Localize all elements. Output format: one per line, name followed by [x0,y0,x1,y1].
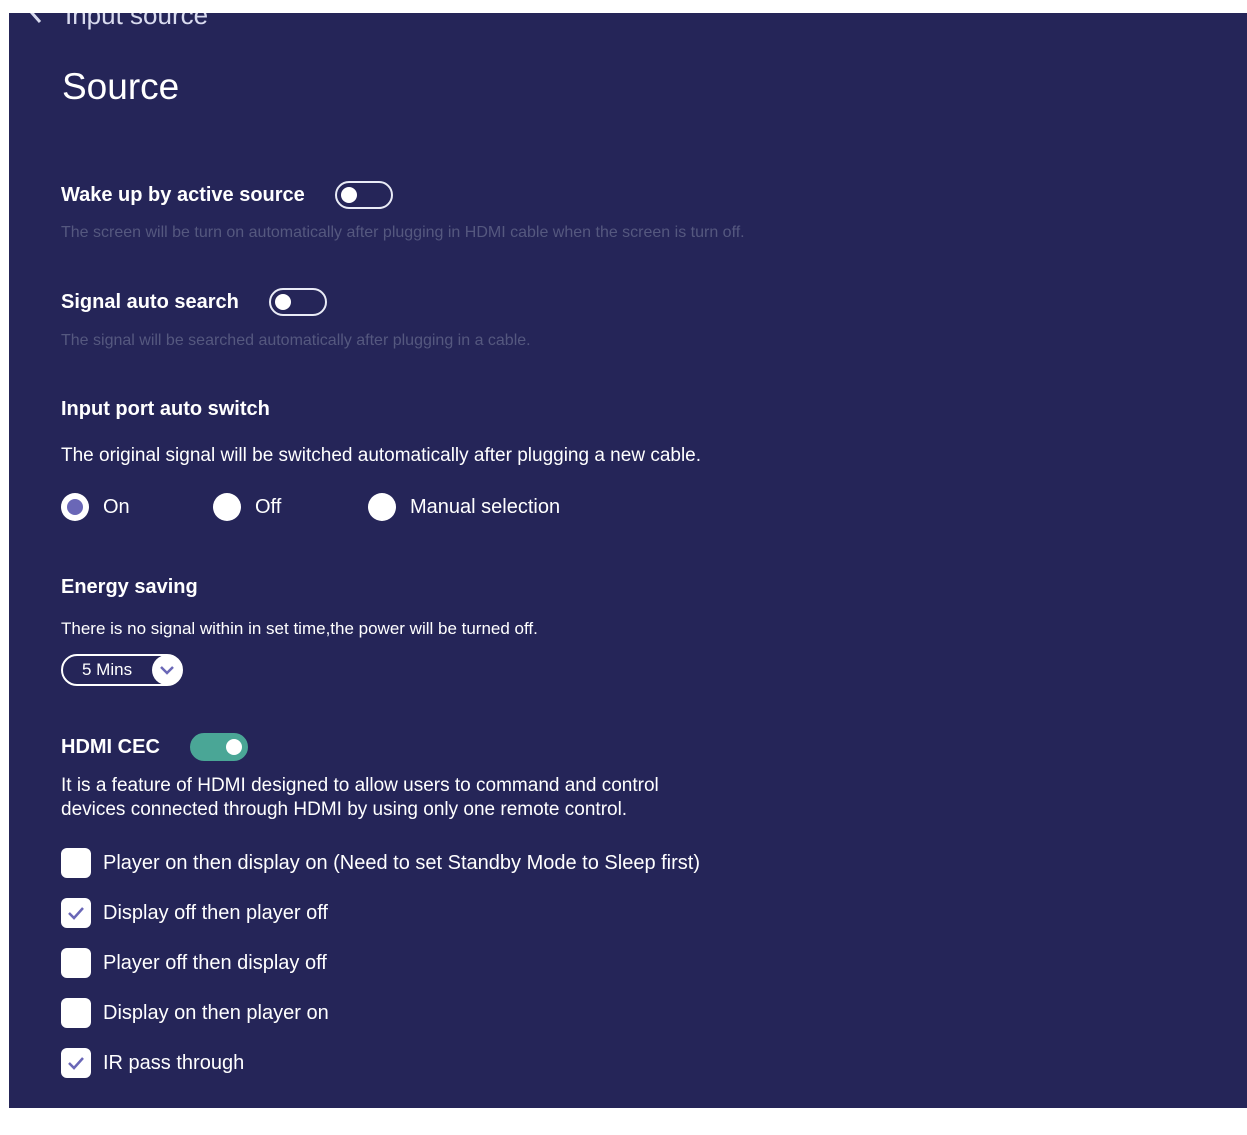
wake-up-row: Wake up by active source [61,181,393,209]
wake-up-description: The screen will be turn on automatically… [61,224,745,241]
auto-switch-label: Input port auto switch [61,398,270,420]
checkbox-unchecked-icon [61,948,91,978]
header-title: Input source [65,13,209,30]
toggle-knob [274,294,291,310]
dropdown-value: 5 Mins [82,660,133,679]
checkbox-display-off-player-off[interactable]: Display off then player off [61,898,328,928]
hdmi-cec-toggle[interactable] [189,733,248,761]
checkbox-ir-pass-through[interactable]: IR pass through [61,1048,244,1078]
hdmi-cec-row: HDMI CEC [61,733,248,761]
radio-on[interactable]: On [61,493,130,521]
checkbox-label: Player on then display on (Need to set S… [103,851,701,874]
toggle-knob [340,187,357,203]
energy-saving-dropdown[interactable]: 5 Mins [61,654,183,686]
checkbox-player-on-display-on[interactable]: Player on then display on (Need to set S… [61,848,700,878]
checkbox-unchecked-icon [61,998,91,1028]
radio-label: Manual selection [410,495,561,518]
signal-search-label: Signal auto search [61,290,239,313]
hdmi-cec-label: HDMI CEC [61,735,160,758]
radio-selected-icon [61,493,89,521]
checkbox-label: Display off then player off [103,901,328,924]
radio-off[interactable]: Off [213,493,281,521]
chevron-left-icon[interactable] [29,13,43,31]
radio-label: Off [255,495,282,518]
hdmi-cec-description-line2: devices connected through HDMI by using … [61,799,628,820]
wake-up-label: Wake up by active source [61,183,305,206]
radio-label: On [103,495,130,518]
energy-saving-description: There is no signal within in set time,th… [61,619,538,638]
auto-switch-row: Input port auto switch [61,398,270,421]
checkbox-display-on-player-on[interactable]: Display on then player on [61,998,329,1028]
energy-saving-row: Energy saving [61,576,198,599]
radio-unselected-icon [213,493,241,521]
chevron-down-icon[interactable] [152,655,182,685]
checkmark-icon [61,898,91,928]
signal-search-description: The signal will be searched automaticall… [61,332,531,349]
header-bar: Input source [29,13,208,31]
checkbox-player-off-display-off[interactable]: Player off then display off [61,948,327,978]
energy-saving-label: Energy saving [61,576,198,598]
wake-up-toggle[interactable] [334,181,393,209]
signal-search-row: Signal auto search [61,288,327,316]
hdmi-cec-description: It is a feature of HDMI designed to allo… [61,774,659,822]
checkbox-label: IR pass through [103,1051,245,1074]
checkbox-label: Display on then player on [103,1001,329,1024]
toggle-knob [225,739,242,755]
radio-unselected-icon [368,493,396,521]
settings-panel: Input source Source Wake up by active so… [9,13,1247,1108]
signal-search-toggle[interactable] [268,288,327,316]
checkbox-unchecked-icon [61,848,91,878]
radio-manual-selection[interactable]: Manual selection [368,493,560,521]
hdmi-cec-description-line1: It is a feature of HDMI designed to allo… [61,775,659,796]
auto-switch-description: The original signal will be switched aut… [61,445,702,466]
page-title: Source [62,66,180,107]
checkmark-icon [61,1048,91,1078]
checkbox-label: Player off then display off [103,951,327,974]
